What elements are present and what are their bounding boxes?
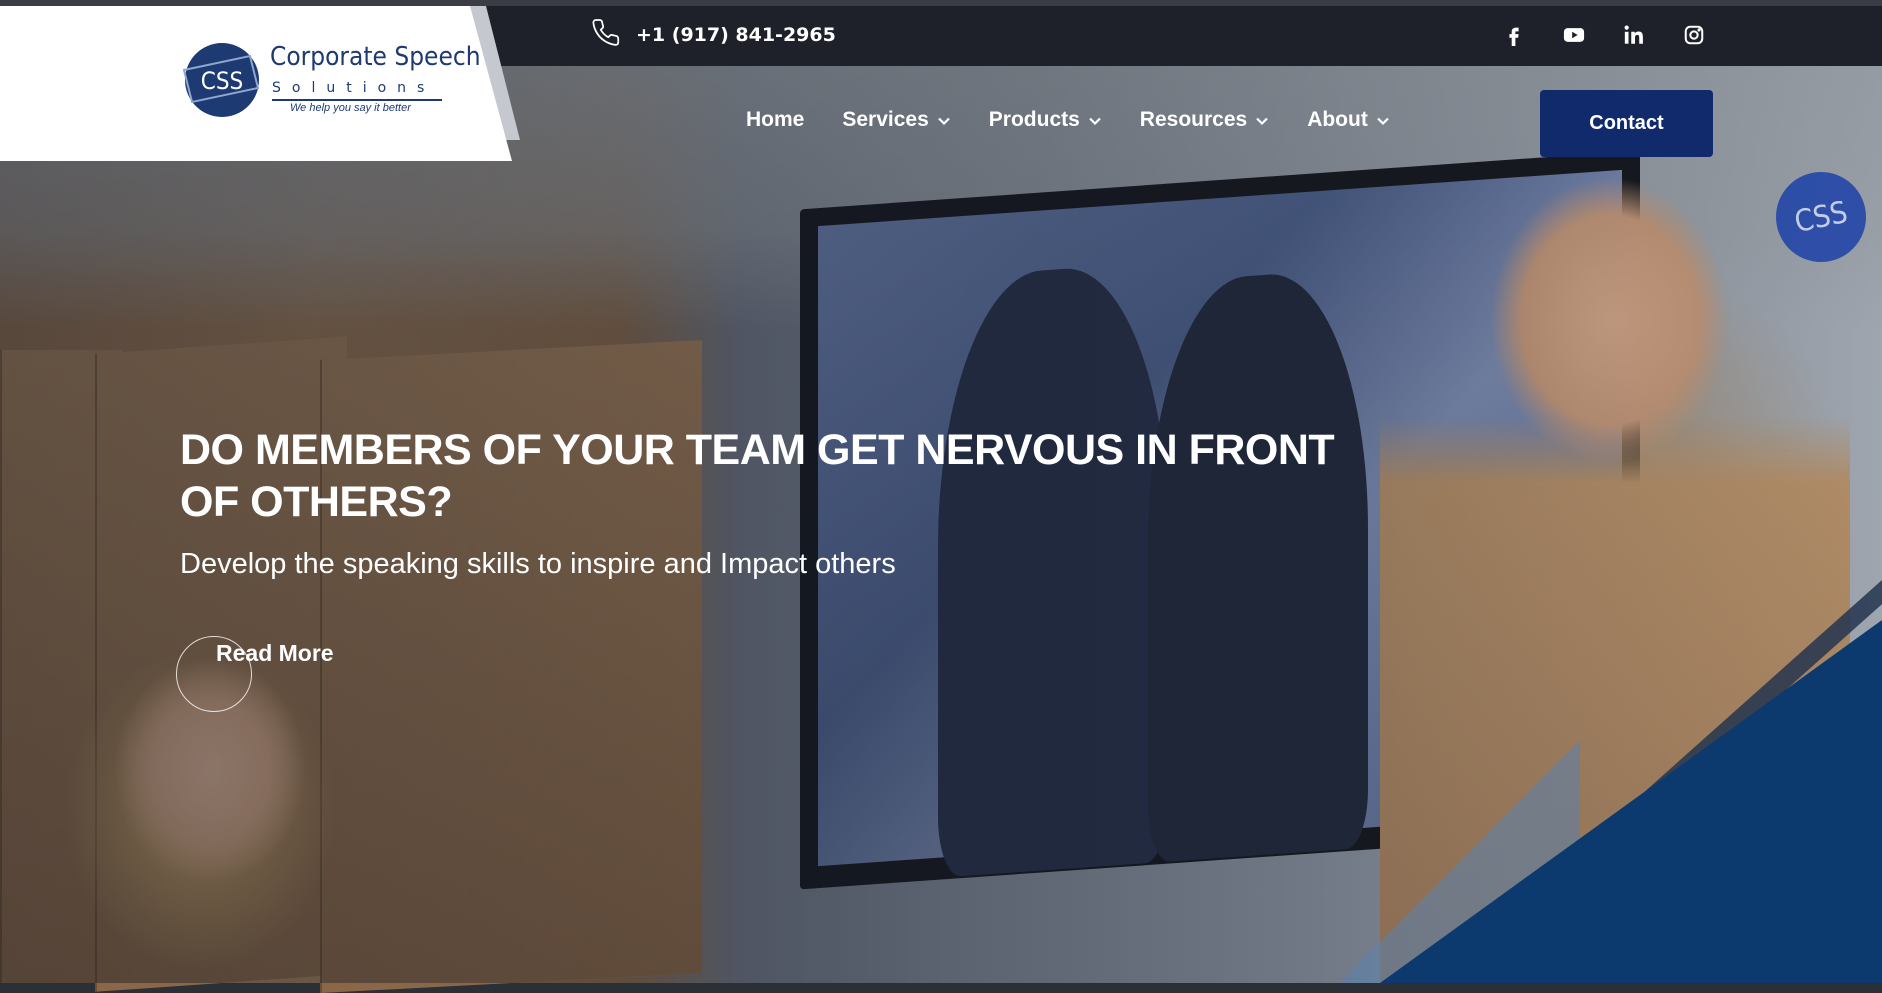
chevron-down-icon <box>1377 117 1389 126</box>
nav-item-home[interactable]: Home <box>746 108 804 132</box>
nav-item-label: About <box>1307 108 1368 131</box>
nav-item-products[interactable]: Products <box>989 108 1102 132</box>
phone-icon <box>592 18 622 53</box>
youtube-icon[interactable] <box>1560 20 1588 50</box>
nav-item-label: Resources <box>1139 108 1248 131</box>
main-nav: Home Services Products Resources About <box>746 108 1390 132</box>
phone-number: +1 (917) 841-2965 <box>636 24 836 46</box>
nav-item-label: Products <box>988 108 1080 131</box>
nav-item-resources[interactable]: Resources <box>1140 108 1269 132</box>
logo-badge-text: CSS <box>201 67 244 95</box>
nav-item-about[interactable]: About <box>1307 108 1390 132</box>
nav-item-label: Services <box>842 108 929 131</box>
contact-button[interactable]: Contact <box>1540 90 1713 157</box>
logo-panel: CSS Corporate Speech Solutions We help y… <box>0 6 520 161</box>
read-more-button[interactable]: Read More <box>176 636 376 714</box>
chevron-down-icon <box>1256 117 1268 126</box>
chevron-down-icon <box>1089 117 1101 126</box>
logo-divider <box>272 99 442 101</box>
logo-tagline: We help you say it better <box>290 102 411 114</box>
linkedin-icon[interactable] <box>1620 20 1648 50</box>
logo-subtitle: Solutions <box>272 80 436 96</box>
site-logo[interactable]: CSS Corporate Speech Solutions We help y… <box>180 40 481 120</box>
logo-name: Corporate Speech <box>270 42 481 72</box>
read-more-label: Read More <box>216 640 334 666</box>
chevron-down-icon <box>938 117 950 126</box>
hero-title: DO MEMBERS OF YOUR TEAM GET NERVOUS IN F… <box>180 426 1335 526</box>
phone-link[interactable]: +1 (917) 841-2965 <box>592 18 836 53</box>
css-logo-icon: CSS <box>182 43 260 117</box>
social-links <box>1500 20 1708 50</box>
nav-item-services[interactable]: Services <box>842 108 950 132</box>
instagram-icon[interactable] <box>1680 20 1708 50</box>
hero-subtitle: Develop the speaking skills to inspire a… <box>180 548 896 580</box>
nav-item-label: Home <box>746 108 805 131</box>
facebook-icon[interactable] <box>1500 20 1528 50</box>
